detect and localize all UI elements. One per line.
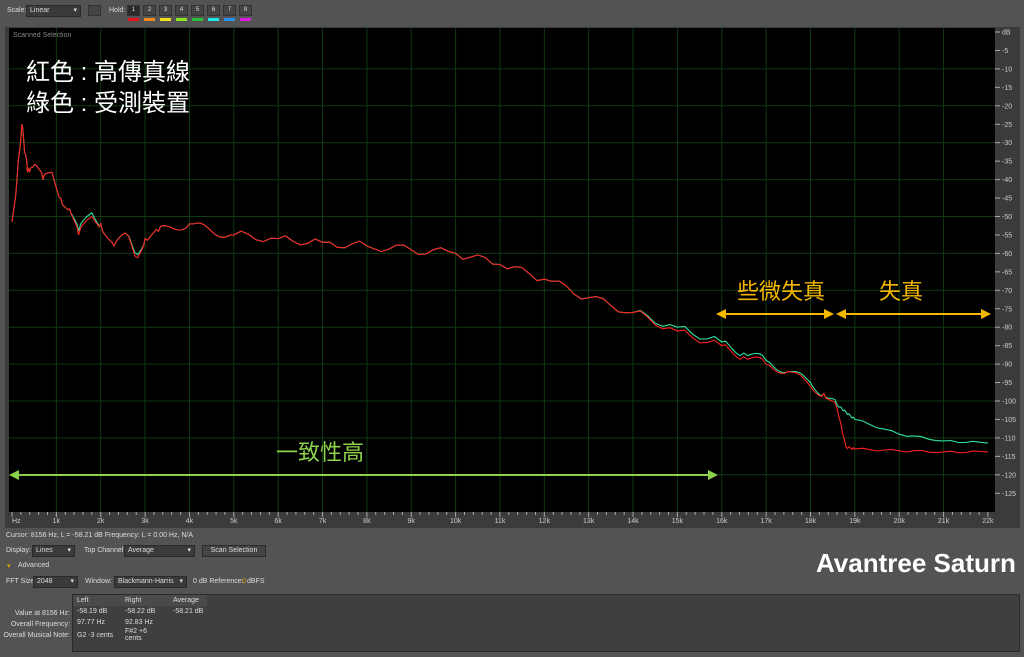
y-tick-label: -110 bbox=[1002, 435, 1016, 442]
y-tick-label: -15 bbox=[1002, 85, 1012, 92]
y-tick-label: -65 bbox=[1002, 269, 1012, 276]
top-channel-label: Top Channel: bbox=[84, 547, 126, 554]
y-tick-label: -55 bbox=[1002, 232, 1012, 239]
brand-label: Avantree Saturn bbox=[816, 548, 1016, 578]
row-label: Overall Musical Note: bbox=[3, 632, 70, 639]
x-tick-label: 17k bbox=[760, 518, 772, 525]
stats-table: Left Right Average -58.19 dB -58.22 dB -58.2… bbox=[72, 594, 1020, 652]
x-tick-label: 1k bbox=[53, 518, 61, 525]
y-tick-label: dB bbox=[1002, 30, 1011, 37]
cell: -58.21 dB bbox=[173, 608, 204, 615]
frequency-analysis-chart[interactable]: Hz 1k 2k 3k 4k 5k 6k 7k 8k 9k 10k 11k 12k 13k 14k 15k 16… bbox=[0, 0, 1024, 530]
x-tick-label: 22k bbox=[982, 518, 994, 525]
x-tick-label: 15k bbox=[672, 518, 684, 525]
x-tick-label: 9k bbox=[408, 518, 416, 525]
y-tick-label: -75 bbox=[1002, 306, 1012, 313]
annotation-distortion: 失真 bbox=[879, 279, 923, 304]
x-tick-label: 5k bbox=[230, 518, 238, 525]
reference-unit: dBFS bbox=[247, 578, 265, 585]
fft-size-label: FFT Size: bbox=[6, 578, 37, 585]
panel-title: Scanned Selection bbox=[13, 32, 71, 39]
y-tick-label: -80 bbox=[1002, 325, 1012, 332]
advanced-toggle-icon[interactable]: ▾ bbox=[7, 562, 11, 570]
y-tick-label: -100 bbox=[1002, 399, 1016, 406]
y-tick-label: -10 bbox=[1002, 66, 1012, 73]
y-tick-label: -85 bbox=[1002, 343, 1012, 350]
y-tick-label: -5 bbox=[1002, 48, 1008, 55]
x-tick-label: 16k bbox=[716, 518, 728, 525]
x-tick-label: 10k bbox=[450, 518, 462, 525]
reference-value[interactable]: 0 bbox=[242, 578, 246, 585]
window-label: Window: bbox=[85, 578, 112, 585]
window-dropdown[interactable]: Blackmann-Harris bbox=[114, 576, 187, 588]
y-tick-label: -45 bbox=[1002, 196, 1012, 203]
cell: F#2 +6 cents bbox=[125, 628, 147, 642]
col-left: Left bbox=[77, 597, 89, 604]
cell: 97.77 Hz bbox=[77, 619, 106, 626]
legend-red: 紅色 : 高傳真線 bbox=[26, 59, 190, 86]
cell: 92.83 Hz bbox=[125, 619, 154, 626]
x-tick-label: Hz bbox=[12, 518, 21, 525]
cell: G2 -3 cents bbox=[77, 631, 114, 639]
x-tick-label: 18k bbox=[805, 518, 817, 525]
top-channel-dropdown[interactable]: Average bbox=[124, 545, 195, 557]
cell bbox=[169, 617, 207, 628]
y-tick-label: -25 bbox=[1002, 122, 1012, 129]
annotation-slight-distortion: 些微失真 bbox=[737, 279, 825, 304]
y-tick-label: -105 bbox=[1002, 417, 1016, 424]
display-dropdown[interactable]: Lines bbox=[32, 545, 75, 557]
y-tick-label: -40 bbox=[1002, 177, 1012, 184]
cursor-readout: Cursor: 8156 Hz, L = -58.21 dB Frequency… bbox=[6, 532, 194, 539]
x-tick-label: 21k bbox=[938, 518, 950, 525]
x-tick-label: 20k bbox=[894, 518, 906, 525]
x-tick-label: 7k bbox=[319, 518, 327, 525]
y-tick-label: -90 bbox=[1002, 362, 1012, 369]
cell: -58.22 dB bbox=[125, 608, 156, 615]
x-tick-label: 8k bbox=[363, 518, 371, 525]
x-tick-label: 4k bbox=[186, 518, 194, 525]
annotation-consistent: 一致性高 bbox=[276, 440, 364, 465]
y-tick-label: -60 bbox=[1002, 251, 1012, 258]
cell bbox=[169, 628, 207, 642]
y-tick-label: -50 bbox=[1002, 214, 1012, 221]
y-tick-label: -125 bbox=[1002, 491, 1016, 498]
scan-selection-button[interactable]: Scan Selection bbox=[202, 545, 266, 557]
y-tick-label: -70 bbox=[1002, 288, 1012, 295]
col-right: Right bbox=[125, 597, 142, 604]
x-tick-label: 13k bbox=[583, 518, 595, 525]
y-tick-label: -120 bbox=[1002, 472, 1016, 479]
y-tick-label: -115 bbox=[1002, 454, 1016, 461]
x-tick-label: 3k bbox=[141, 518, 149, 525]
legend-green: 綠色 : 受測裝置 bbox=[26, 90, 190, 117]
cell: -58.19 dB bbox=[77, 608, 108, 615]
row-label: Overall Frequency: bbox=[10, 621, 70, 628]
y-tick-label: -20 bbox=[1002, 103, 1012, 110]
reference-label: 0 dB Reference: bbox=[193, 578, 244, 585]
y-tick-label: -95 bbox=[1002, 380, 1012, 387]
advanced-toggle[interactable]: Advanced bbox=[18, 562, 49, 569]
x-tick-label: 19k bbox=[849, 518, 861, 525]
x-tick-label: 11k bbox=[495, 518, 506, 525]
row-label: Value at 8156 Hz: bbox=[14, 610, 70, 617]
x-tick-label: 12k bbox=[539, 518, 551, 525]
fft-size-dropdown[interactable]: 2048 bbox=[33, 576, 78, 588]
x-tick-label: 14k bbox=[627, 518, 639, 525]
y-tick-label: -35 bbox=[1002, 159, 1012, 166]
y-tick-label: -30 bbox=[1002, 140, 1012, 147]
x-tick-label: 6k bbox=[274, 518, 282, 525]
col-average: Average bbox=[173, 597, 199, 604]
display-label: Display: bbox=[6, 547, 31, 554]
x-tick-label: 2k bbox=[97, 518, 105, 525]
